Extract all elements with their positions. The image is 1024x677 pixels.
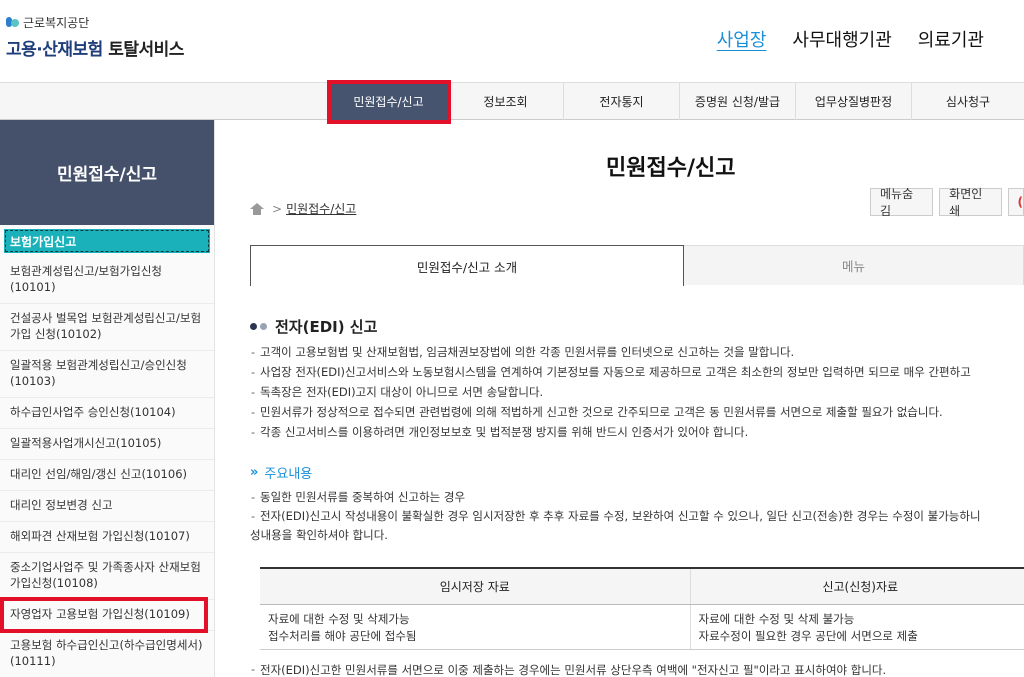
sidebar-item-agent-change[interactable]: 대리인 정보변경 신고: [0, 491, 214, 522]
sidebar: 민원접수/신고 보험가입신고 보험관계성립신고/보험가입신청(10101) 건설…: [0, 120, 215, 677]
edi-description-list: 고객이 고용보험법 및 산재보험법, 임금채권보장법에 의한 각종 민원서류를 …: [250, 342, 1024, 442]
breadcrumb: > 민원접수/신고: [250, 200, 356, 217]
table-row: 자료에 대한 수정 및 삭제가능 접수처리를 해야 공단에 접수됨 자료에 대한…: [260, 604, 1024, 650]
list-item: 동일한 민원서류를 중복하여 신고하는 경우: [250, 488, 1024, 507]
gnb-item-complaint[interactable]: 민원접수/신고: [330, 83, 448, 120]
sidebar-menu: 보험관계성립신고/보험가입신청(10101) 건설공사 벌목업 보험관계성립신고…: [0, 253, 214, 677]
list-item: 고객이 고용보험법 및 산재보험법, 임금채권보장법에 의한 각종 민원서류를 …: [250, 342, 1024, 362]
user-tab-workplace[interactable]: 사업장: [717, 26, 767, 52]
tab-menu[interactable]: 메뉴: [684, 245, 1024, 285]
service-title: 고용·산재보험: [6, 40, 103, 60]
sidebar-item-10103[interactable]: 일괄적용 보험관계성립신고/승인신청(10103): [0, 351, 214, 398]
gnb-item-appeal[interactable]: 심사청구: [912, 83, 1024, 120]
table-cell: 접수처리를 해야 공단에 접수됨: [268, 628, 417, 643]
sidebar-item-10111[interactable]: 고용보험 하수급인신고(하수급인명세서)(10111): [0, 631, 214, 677]
gnb-item-e-notice[interactable]: 전자통지: [564, 83, 680, 120]
sidebar-item-10107[interactable]: 해외파견 산재보험 가입신청(10107): [0, 522, 214, 553]
global-nav: 민원접수/신고 정보조회 전자통지 증명원 신청/발급 업무상질병판정 심사청구: [0, 82, 1024, 120]
user-tab-agency[interactable]: 사무대행기관: [792, 26, 891, 52]
agency-logo-icon: [6, 16, 20, 28]
comparison-table: 임시저장 자료 신고(신청)자료 자료에 대한 수정 및 삭제가능 접수처리를 …: [260, 567, 1024, 650]
sidebar-title: 민원접수/신고: [0, 120, 214, 225]
site-logo[interactable]: 근로복지공단 고용·산재보험 토탈서비스: [6, 14, 184, 60]
footnote: 전자(EDI)신고한 민원서류를 서면으로 이중 제출하는 경우에는 민원서류 …: [250, 662, 886, 677]
utility-buttons: 메뉴숨김 화면인쇄 (: [870, 187, 1024, 218]
tab-introduction[interactable]: 민원접수/신고 소개: [250, 245, 684, 286]
sidebar-item-10101[interactable]: 보험관계성립신고/보험가입신청(10101): [0, 257, 214, 304]
gnb-item-inquiry[interactable]: 정보조회: [448, 83, 564, 120]
sidebar-item-10104[interactable]: 하수급인사업주 승인신청(10104): [0, 398, 214, 429]
page-title: 민원접수/신고: [606, 156, 736, 181]
table-cell: 자료에 대한 수정 및 삭제가능: [268, 611, 410, 626]
section-title-text: 전자(EDI) 신고: [275, 318, 378, 336]
org-name: 근로복지공단: [23, 15, 90, 30]
bullet-dots-icon: [250, 323, 267, 330]
list-item: 사업장 전자(EDI)신고서비스와 노동보험시스템을 연계하여 기본정보를 자동…: [250, 362, 1024, 382]
list-item: 전자(EDI)신고시 작성내용이 불확실한 경우 임시저장한 후 추후 자료를 …: [250, 507, 1024, 545]
content-tabs: 민원접수/신고 소개 메뉴: [250, 245, 1024, 286]
print-button[interactable]: 화면인쇄: [939, 187, 1003, 218]
sidebar-item-10108[interactable]: 중소기업사업주 및 가족종사자 산재보험가입신청(10108): [0, 553, 214, 600]
sub-title: » 주요내용: [250, 463, 312, 482]
table-header-submitted: 신고(신청)자료: [689, 567, 1024, 605]
cut-off-button[interactable]: (: [1008, 188, 1024, 216]
list-item: 민원서류가 정상적으로 접수되면 관련법령에 의해 적법하게 신고한 것으로 간…: [250, 402, 1024, 422]
gnb-item-certificate[interactable]: 증명원 신청/발급: [680, 83, 796, 120]
gnb-item-disease[interactable]: 업무상질병판정: [796, 83, 912, 120]
sidebar-item-10102[interactable]: 건설공사 벌목업 보험관계성립신고/보험가입 신청(10102): [0, 304, 214, 351]
site-header: 근로복지공단 고용·산재보험 토탈서비스 사업장 사무대행기관 의료기관: [0, 0, 1024, 82]
key-points-list: 동일한 민원서류를 중복하여 신고하는 경우 전자(EDI)신고시 작성내용이 …: [250, 488, 1024, 545]
breadcrumb-separator: >: [272, 201, 283, 216]
hide-menu-button[interactable]: 메뉴숨김: [870, 187, 934, 218]
sub-title-text: 주요내용: [264, 467, 313, 482]
sidebar-item-10109[interactable]: 자영업자 고용보험 가입신청(10109): [0, 600, 214, 631]
home-icon[interactable]: [250, 202, 264, 215]
user-tab-medical[interactable]: 의료기관: [918, 26, 984, 52]
section-title: 전자(EDI) 신고: [250, 316, 377, 337]
list-item: 각종 신고서비스를 이용하려면 개인정보보호 및 법적분쟁 방지를 위해 반드시…: [250, 422, 1024, 442]
table-cell: 자료수정이 필요한 경우 공단에 서면으로 제출: [698, 628, 918, 643]
double-arrow-icon: »: [250, 465, 259, 480]
main-content: 민원접수/신고 > 민원접수/신고 메뉴숨김 화면인쇄 ( 민원접수/신고 소개…: [216, 120, 1024, 677]
user-type-tabs: 사업장 사무대행기관 의료기관: [717, 26, 984, 52]
table-header-draft: 임시저장 자료: [260, 567, 690, 605]
sidebar-active-category[interactable]: 보험가입신고: [4, 229, 210, 253]
breadcrumb-current[interactable]: 민원접수/신고: [286, 200, 356, 217]
list-item: 독촉장은 전자(EDI)고지 대상이 아니므로 서면 송달합니다.: [250, 382, 1024, 402]
sidebar-item-10106[interactable]: 대리인 선임/해임/갱신 신고(10106): [0, 460, 214, 491]
sidebar-item-10105[interactable]: 일괄적용사업개시신고(10105): [0, 429, 214, 460]
table-cell: 자료에 대한 수정 및 삭제 불가능: [698, 611, 855, 626]
service-suffix: 토탈서비스: [108, 40, 184, 60]
